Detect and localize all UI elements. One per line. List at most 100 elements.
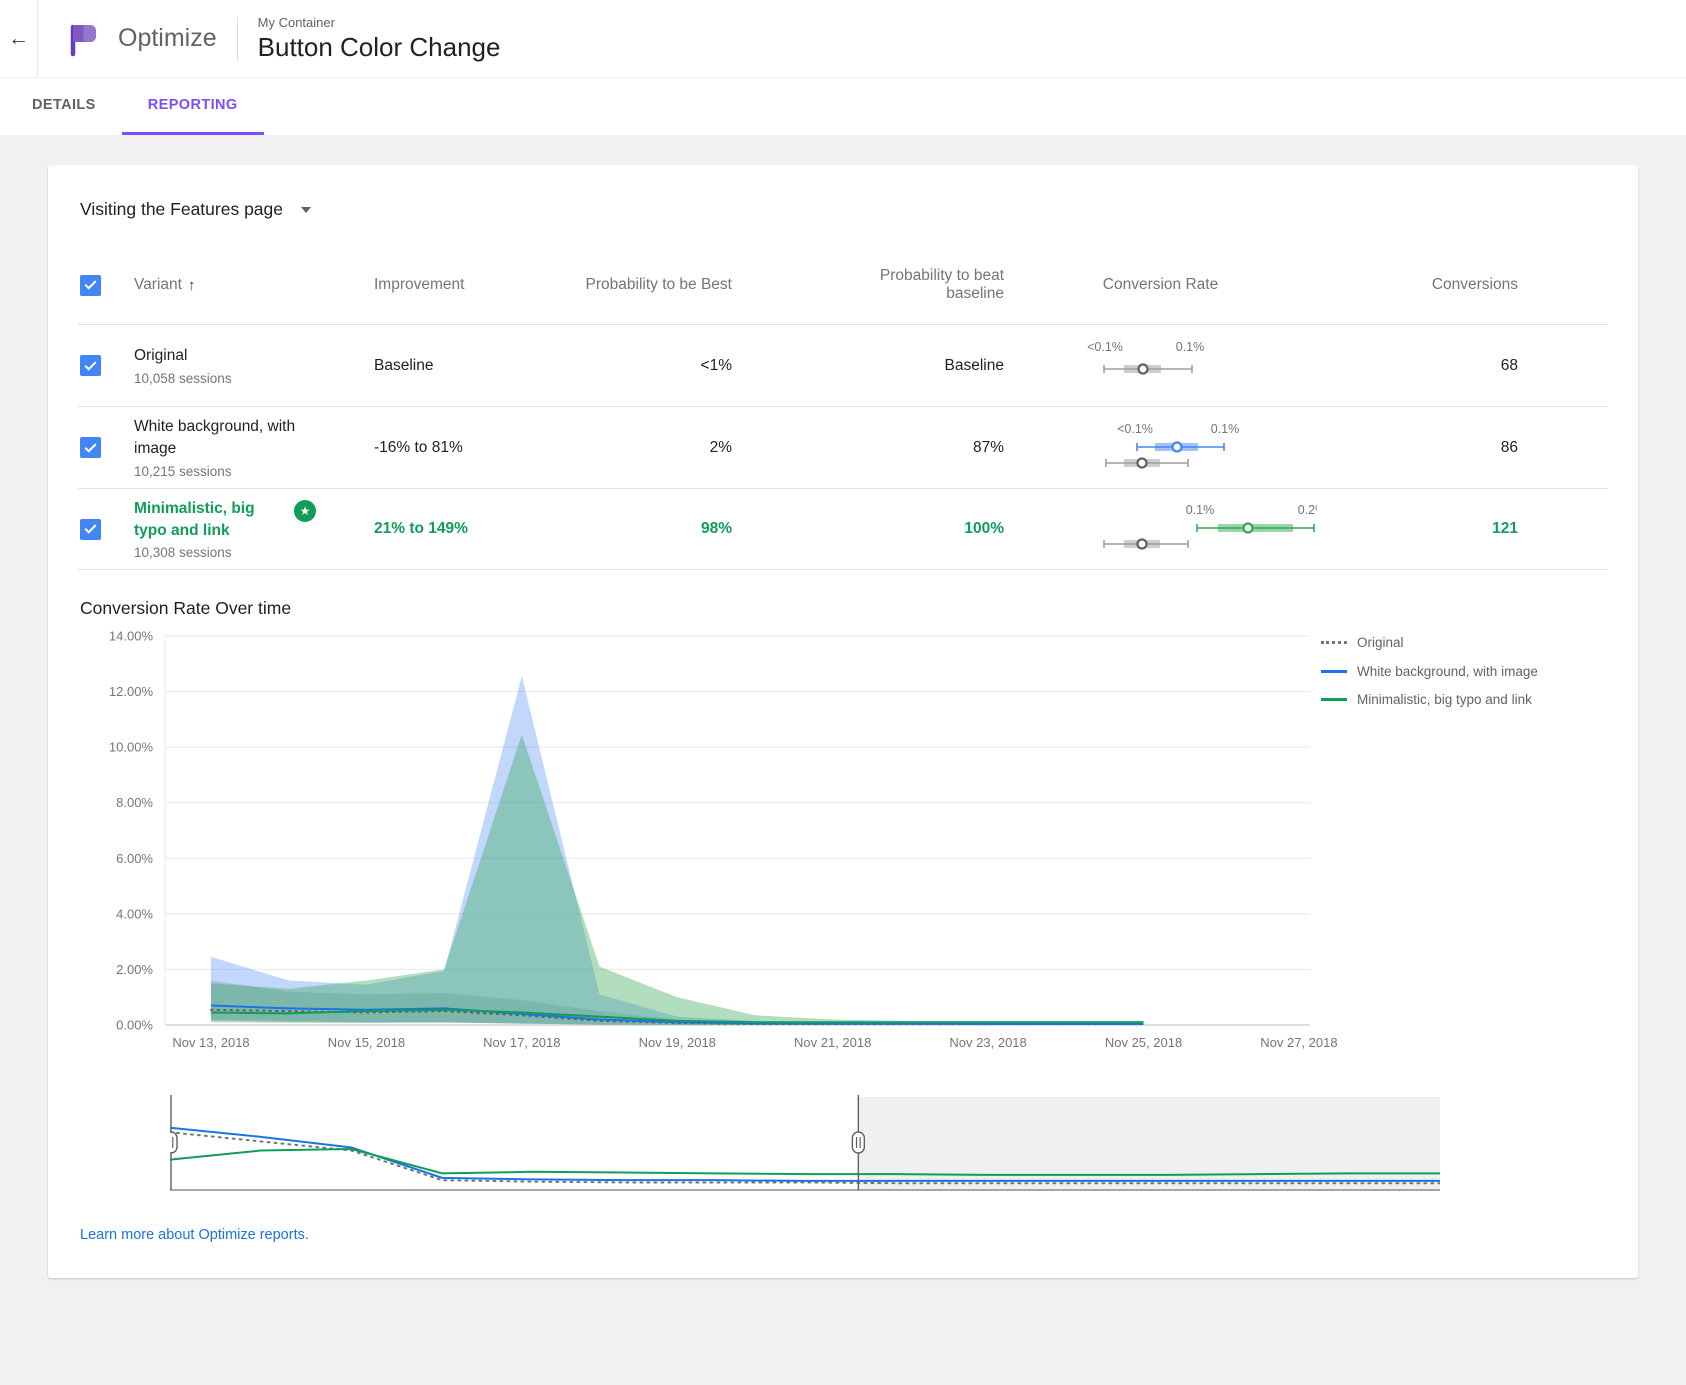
conversion-rate-interval: 0.1% 0.2% xyxy=(1004,502,1317,556)
table-header-row: Variant ↑ Improvement Probability to be … xyxy=(78,246,1608,324)
row-checkbox-white-background[interactable] xyxy=(80,437,101,458)
legend-label: Original xyxy=(1357,633,1404,653)
conversion-rate-interval: <0.1% 0.1% xyxy=(1004,421,1317,475)
main-content: Visiting the Features page Variant ↑ Imp… xyxy=(0,135,1686,1278)
conversion-rate-chart-area: 0.00%2.00%4.00%6.00%8.00%10.00%12.00%14.… xyxy=(78,627,1608,1069)
table-row-original: Original 10,058 sessions Baseline <1% Ba… xyxy=(78,324,1608,406)
svg-text:0.00%: 0.00% xyxy=(116,1018,153,1033)
leader-star-icon: ★ xyxy=(294,500,316,522)
ci-plot: <0.1% 0.1% xyxy=(1077,339,1317,393)
column-header-prob-best: Probability to be Best xyxy=(584,276,732,294)
row-checkbox-original[interactable] xyxy=(80,355,101,376)
tab-bar: DETAILS REPORTING xyxy=(0,78,1686,135)
svg-text:<0.1%: <0.1% xyxy=(1087,340,1123,354)
page-title: Button Color Change xyxy=(258,32,501,63)
prob-beat-value: 87% xyxy=(732,439,1004,457)
improvement-value: Baseline xyxy=(374,357,552,375)
row-checkbox-minimalistic[interactable] xyxy=(80,519,101,540)
legend-item-white-background: White background, with image xyxy=(1321,662,1606,682)
svg-text:0.1%: 0.1% xyxy=(1186,503,1215,517)
conversion-rate-interval: <0.1% 0.1% xyxy=(1004,339,1317,393)
svg-text:Nov 13, 2018: Nov 13, 2018 xyxy=(172,1035,249,1050)
svg-text:2.00%: 2.00% xyxy=(116,962,153,977)
learn-more-link[interactable]: Learn more about Optimize reports. xyxy=(80,1227,309,1243)
svg-text:8.00%: 8.00% xyxy=(116,795,153,810)
optimize-app: ← Optimize My Container Button Color Cha… xyxy=(0,0,1686,1385)
svg-text:Nov 21, 2018: Nov 21, 2018 xyxy=(794,1035,871,1050)
svg-text:Nov 15, 2018: Nov 15, 2018 xyxy=(328,1035,405,1050)
legend-label: Minimalistic, big typo and link xyxy=(1357,690,1532,710)
blue-line-swatch-icon xyxy=(1321,670,1347,673)
svg-text:12.00%: 12.00% xyxy=(109,684,154,699)
table-row-minimalistic: Minimalistic, big typo and link ★ 10,308… xyxy=(78,488,1608,570)
prob-beat-value: 100% xyxy=(732,520,1004,538)
select-all-checkbox[interactable] xyxy=(80,275,101,296)
svg-text:<0.1%: <0.1% xyxy=(1117,422,1153,436)
svg-text:10.00%: 10.00% xyxy=(109,740,154,755)
check-icon xyxy=(84,522,96,534)
variant-name: Minimalistic, big typo and link xyxy=(134,498,284,541)
variant-sessions: 10,215 sessions xyxy=(134,464,374,479)
objective-selector[interactable]: Visiting the Features page xyxy=(78,193,311,246)
legend-item-original: Original xyxy=(1321,633,1606,653)
conversions-value: 86 xyxy=(1317,439,1608,457)
top-bar: ← Optimize My Container Button Color Cha… xyxy=(0,0,1686,78)
back-arrow-icon: ← xyxy=(8,27,29,51)
column-header-improvement: Improvement xyxy=(374,276,552,294)
svg-text:Nov 25, 2018: Nov 25, 2018 xyxy=(1105,1035,1182,1050)
check-icon xyxy=(84,278,96,290)
svg-text:0.1%: 0.1% xyxy=(1176,340,1205,354)
svg-text:Nov 27, 2018: Nov 27, 2018 xyxy=(1260,1035,1337,1050)
report-card: Visiting the Features page Variant ↑ Imp… xyxy=(48,165,1638,1278)
prob-best-value: 2% xyxy=(552,439,732,457)
variant-table: Variant ↑ Improvement Probability to be … xyxy=(78,246,1608,570)
legend-item-minimalistic: Minimalistic, big typo and link xyxy=(1321,690,1606,710)
conversions-value: 121 xyxy=(1317,520,1608,538)
brush-handle-left[interactable] xyxy=(170,1132,177,1153)
ci-plot: 0.1% 0.2% xyxy=(1077,502,1317,556)
timeline-brush[interactable] xyxy=(170,1095,1440,1195)
improvement-value: 21% to 149% xyxy=(374,520,552,538)
timeline-brush-area xyxy=(170,1095,1440,1195)
column-header-prob-beat: Probability to beat baseline xyxy=(839,267,1004,303)
optimize-logo-icon xyxy=(62,18,104,60)
variant-name: White background, with image xyxy=(134,416,306,459)
conversions-value: 68 xyxy=(1317,357,1608,375)
check-icon xyxy=(84,358,96,370)
brush-unselected-region[interactable] xyxy=(858,1097,1440,1190)
dotted-line-swatch-icon xyxy=(1321,641,1347,644)
svg-text:Nov 17, 2018: Nov 17, 2018 xyxy=(483,1035,560,1050)
column-header-conversion-rate: Conversion Rate xyxy=(1004,276,1317,294)
svg-text:Nov 23, 2018: Nov 23, 2018 xyxy=(949,1035,1026,1050)
brush-handle-right[interactable] xyxy=(852,1132,864,1153)
svg-text:0.2%: 0.2% xyxy=(1298,503,1317,517)
variant-sessions: 10,308 sessions xyxy=(134,545,374,560)
sort-ascending-icon[interactable]: ↑ xyxy=(188,277,196,294)
variant-name: Original xyxy=(134,345,374,367)
app-name: Optimize xyxy=(118,24,217,53)
svg-text:Nov 19, 2018: Nov 19, 2018 xyxy=(639,1035,716,1050)
svg-text:14.00%: 14.00% xyxy=(109,629,154,644)
legend-label: White background, with image xyxy=(1357,662,1538,682)
chart-legend: Original White background, with image Mi… xyxy=(1321,633,1606,710)
improvement-value: -16% to 81% xyxy=(374,439,552,457)
column-header-variant: Variant xyxy=(134,276,182,294)
prob-best-value: 98% xyxy=(552,520,732,538)
check-icon xyxy=(84,440,96,452)
tab-reporting[interactable]: REPORTING xyxy=(122,78,264,135)
prob-best-value: <1% xyxy=(552,357,732,375)
svg-text:0.1%: 0.1% xyxy=(1211,422,1240,436)
svg-text:4.00%: 4.00% xyxy=(116,906,153,921)
tab-details[interactable]: DETAILS xyxy=(6,78,122,135)
prob-beat-value: Baseline xyxy=(732,357,1004,375)
container-label: My Container xyxy=(258,15,501,30)
green-line-swatch-icon xyxy=(1321,698,1347,701)
objective-label: Visiting the Features page xyxy=(80,199,283,220)
ci-plot: <0.1% 0.1% xyxy=(1077,421,1317,475)
back-button[interactable]: ← xyxy=(0,0,38,78)
chart-title: Conversion Rate Over time xyxy=(80,598,1608,619)
column-header-conversions: Conversions xyxy=(1317,276,1608,294)
dropdown-caret-icon xyxy=(301,207,311,213)
header-divider xyxy=(237,17,238,61)
title-block: My Container Button Color Change xyxy=(258,15,501,63)
